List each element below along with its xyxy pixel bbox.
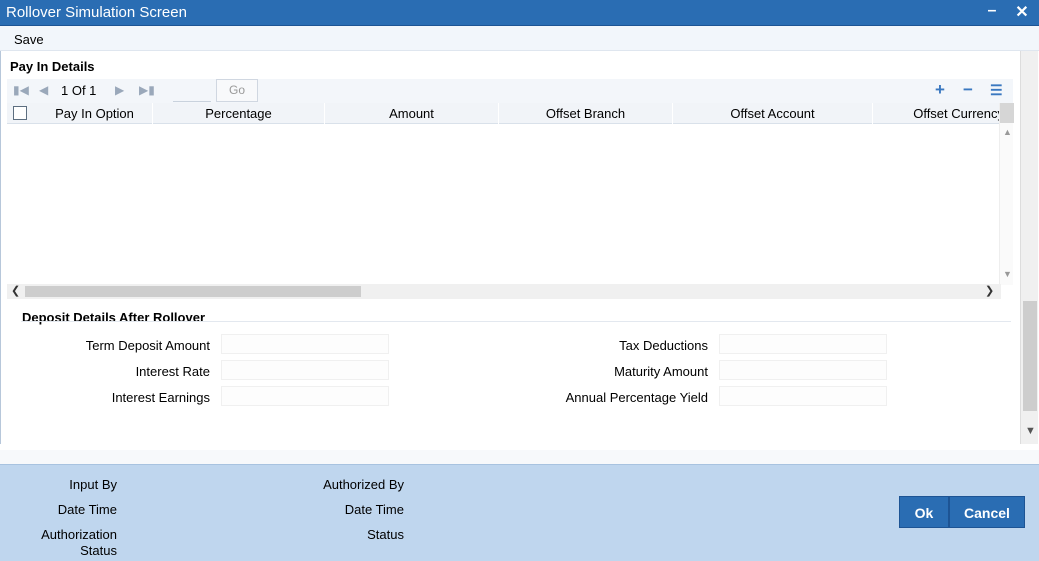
interest-rate-label: Interest Rate <box>135 364 210 379</box>
go-button[interactable]: Go <box>216 79 258 102</box>
menu-bar: Save <box>0 26 1039 51</box>
pay-in-grid-body <box>7 124 1001 284</box>
interest-earnings-field[interactable] <box>221 386 389 406</box>
section-divider <box>21 321 1011 322</box>
deposit-section-title: Deposit Details After Rollover <box>22 310 206 325</box>
col-offset-branch: Offset Branch <box>499 103 673 124</box>
delete-row-icon[interactable]: − <box>963 80 973 100</box>
scroll-down-icon[interactable]: ▼ <box>1025 425 1036 437</box>
main-content: Pay In Details ▮◀ ◀ 1 Of 1 ▶ ▶▮ Go + − ☰… <box>0 51 1020 444</box>
page-number-input[interactable] <box>173 79 211 102</box>
annual-percentage-yield-label: Annual Percentage Yield <box>565 390 708 405</box>
chevron-down-icon[interactable]: ▼ <box>1003 269 1012 279</box>
chevron-left-icon[interactable]: ❮ <box>11 284 20 297</box>
annual-percentage-yield-field[interactable] <box>719 386 887 406</box>
save-button[interactable]: Save <box>14 32 44 47</box>
pay-in-section-title: Pay In Details <box>10 59 95 74</box>
col-offset-currency: Offset Currency <box>873 103 1007 124</box>
ok-button[interactable]: Ok <box>899 496 949 528</box>
prev-page-icon[interactable]: ◀ <box>39 83 48 97</box>
close-icon[interactable]: ✕ <box>1012 2 1032 22</box>
authorization-status-label-line1: Authorization <box>41 527 117 542</box>
chevron-up-icon[interactable]: ▲ <box>1003 127 1012 137</box>
maturity-amount-label: Maturity Amount <box>614 364 708 379</box>
pay-in-grid-header: Pay In Option Percentage Amount Offset B… <box>7 103 1007 124</box>
title-bar: Rollover Simulation Screen – ✕ <box>0 0 1039 26</box>
authorized-date-time-label: Date Time <box>344 502 404 517</box>
interest-earnings-label: Interest Earnings <box>111 390 210 405</box>
select-all-checkbox[interactable] <box>13 106 27 120</box>
add-row-icon[interactable]: + <box>935 80 945 100</box>
horizontal-scroll-thumb[interactable] <box>25 286 361 297</box>
grid-toolbar: ▮◀ ◀ 1 Of 1 ▶ ▶▮ Go + − ☰ <box>7 79 1013 103</box>
last-page-icon[interactable]: ▶▮ <box>139 83 155 97</box>
vertical-scroll-thumb[interactable] <box>1023 301 1037 411</box>
pager-text: 1 Of 1 <box>61 83 97 98</box>
audit-panel <box>0 464 1039 561</box>
col-offset-account: Offset Account <box>673 103 873 124</box>
term-deposit-amount-label: Term Deposit Amount <box>85 338 210 353</box>
status-label: Status <box>367 527 404 542</box>
first-page-icon[interactable]: ▮◀ <box>13 83 29 97</box>
interest-rate-field[interactable] <box>221 360 389 380</box>
input-by-label: Input By <box>69 477 117 492</box>
main-vertical-scrollbar[interactable]: ▼ <box>1020 51 1038 444</box>
col-amount: Amount <box>325 103 499 124</box>
authorized-by-label: Authorized By <box>323 477 404 492</box>
authorization-status-label-line2: Status <box>80 543 117 558</box>
cancel-button[interactable]: Cancel <box>949 496 1025 528</box>
col-percentage: Percentage <box>153 103 325 124</box>
col-pay-in-option: Pay In Option <box>37 103 153 124</box>
single-view-icon[interactable]: ☰ <box>990 82 1003 99</box>
tax-deductions-field[interactable] <box>719 334 887 354</box>
grid-scroll-up-bar[interactable] <box>1000 103 1014 123</box>
term-deposit-amount-field[interactable] <box>221 334 389 354</box>
minimize-icon[interactable]: – <box>982 2 1002 20</box>
next-page-icon[interactable]: ▶ <box>115 83 124 97</box>
grid-horizontal-scrollbar[interactable]: ❮ ❯ <box>7 284 1001 299</box>
window-title: Rollover Simulation Screen <box>6 4 187 21</box>
chevron-right-icon[interactable]: ❯ <box>985 284 994 297</box>
maturity-amount-field[interactable] <box>719 360 887 380</box>
tax-deductions-label: Tax Deductions <box>619 338 708 353</box>
grid-vertical-scrollbar[interactable]: ▲ ▼ <box>999 103 1014 285</box>
date-time-label: Date Time <box>57 502 117 517</box>
